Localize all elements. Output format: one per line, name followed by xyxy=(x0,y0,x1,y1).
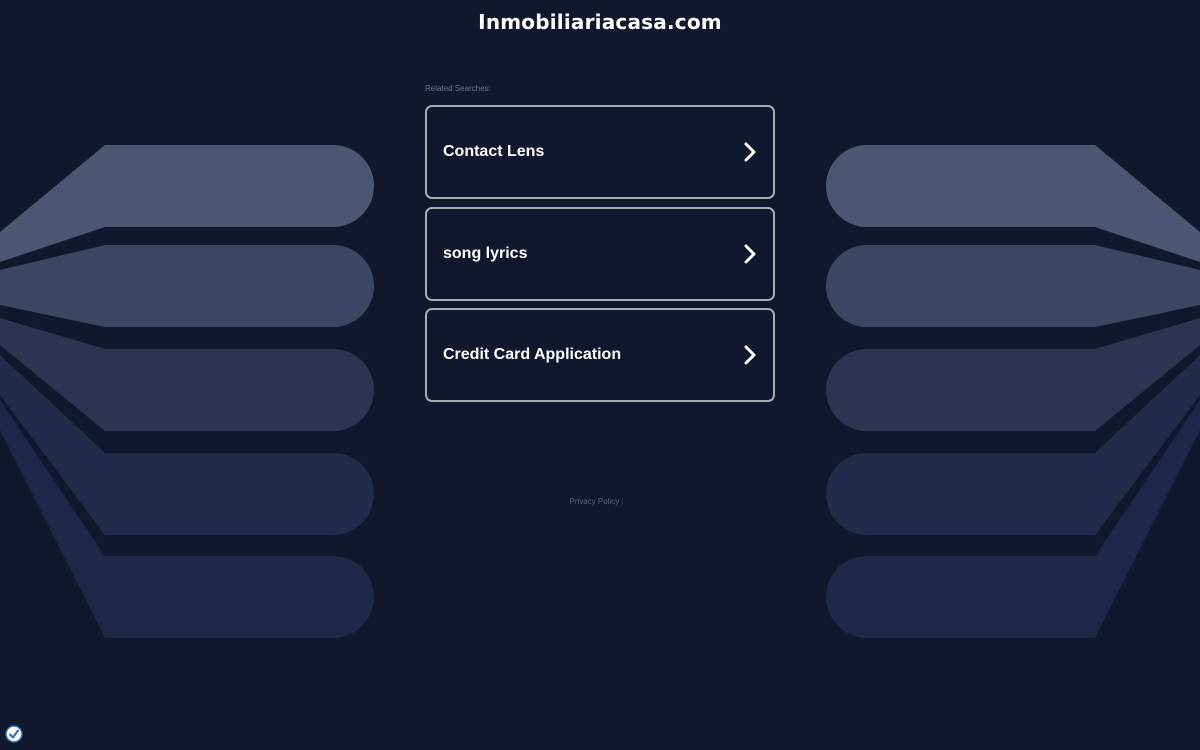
related-search-link[interactable]: Credit Card Application xyxy=(425,308,775,402)
footer: Privacy Policy | xyxy=(0,497,1193,506)
related-search-label: song lyrics xyxy=(443,244,528,262)
left-bands xyxy=(0,145,374,638)
privacy-shield-icon[interactable] xyxy=(5,725,23,743)
related-search-link[interactable]: Contact Lens xyxy=(425,105,775,199)
left-band-2 xyxy=(0,245,374,327)
related-search-label: Contact Lens xyxy=(443,143,545,160)
right-band-1 xyxy=(826,145,1200,262)
right-band-2 xyxy=(826,245,1200,327)
chevron-right-icon xyxy=(741,343,759,367)
footer-separator: | xyxy=(621,497,624,506)
chevron-right-icon xyxy=(741,140,759,164)
domain-title: Inmobiliariacasa.com xyxy=(478,10,722,34)
left-band-1 xyxy=(0,145,374,262)
privacy-policy-link[interactable]: Privacy Policy xyxy=(569,497,619,506)
right-bands xyxy=(826,145,1200,638)
related-searches-list: Contact Lens song lyrics Credit Card App… xyxy=(425,105,775,410)
page: Inmobiliariacasa.com Related Searches: C… xyxy=(0,0,1200,750)
related-searches-label: Related Searches: xyxy=(425,84,491,93)
related-search-label: Credit Card Application xyxy=(443,346,622,363)
related-search-link[interactable]: song lyrics xyxy=(425,206,775,301)
chevron-right-icon xyxy=(741,242,759,266)
